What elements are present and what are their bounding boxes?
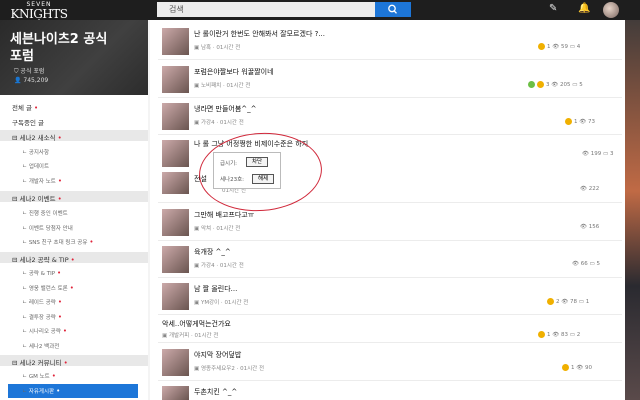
list-item[interactable]: 난 롤이란거 한번도 안해봐서 잘모르겠다 ?... ▣ 남혹 · 01시간 전… xyxy=(162,25,622,55)
post-thumbnail xyxy=(162,28,189,55)
post-title[interactable]: 남 짤 올린다... xyxy=(194,284,237,294)
post-stats: 1 👁 59 ▭ 4 xyxy=(538,43,580,50)
search-input[interactable] xyxy=(157,2,375,17)
sidebar-item-wiki[interactable]: ㄴ 세나2 백과전 xyxy=(22,342,59,350)
list-item[interactable]: 포럼은야짤보다 워꿀짤이네 ▣ 노비패치 · 01시간 전 3 👁 205 ▭ … xyxy=(162,63,622,93)
avatar[interactable] xyxy=(603,2,619,18)
sidebar-item-all[interactable]: 전체 글 • xyxy=(12,102,38,112)
official-badge: ⛉ 공식 포럼 xyxy=(14,68,45,75)
sidebar-item-sns-invite[interactable]: ㄴ SNS 친구 초대 링크 공유 • xyxy=(22,238,94,246)
sidebar-item-tips[interactable]: ㄴ 공략 & TIP • xyxy=(22,269,61,277)
post-title[interactable]: 포럼은야짤보다 워꿀짤이네 xyxy=(194,67,274,77)
background-banner xyxy=(625,20,640,400)
sidebar-group-event-label[interactable]: ⊟ 세나2 이벤트 • xyxy=(12,193,62,203)
post-title[interactable]: 야지막 장어덮밥 xyxy=(194,350,241,360)
reaction-badge xyxy=(538,43,545,50)
post-thumbnail xyxy=(162,66,189,93)
post-meta: ▣ 악쳐 · 01시간 전 xyxy=(194,226,241,232)
list-item[interactable]: 그만해 배고프다고ㅠ ▣ 악쳐 · 01시간 전 👁 156 xyxy=(162,206,622,236)
post-meta: ▣ 가강4 · 01시간 전 xyxy=(194,263,244,269)
sidebar-item-balance[interactable]: ㄴ 영웅 밸런스 토론 • xyxy=(22,284,74,292)
post-stats: 👁 222 xyxy=(580,186,600,192)
bell-icon[interactable]: 🔔 xyxy=(578,3,590,14)
post-thumbnail xyxy=(162,172,189,194)
search-icon xyxy=(388,4,397,14)
post-stats: 3 👁 205 ▭ 5 xyxy=(528,81,583,88)
post-title[interactable]: 악세..어떻게먹는건가요 xyxy=(162,319,231,329)
post-stats: 👁 156 xyxy=(580,224,600,230)
sidebar-group-guide-label[interactable]: ⊟ 세나2 공략 & TIP • xyxy=(12,254,75,264)
sidebar-item-scenario[interactable]: ㄴ 시나리오 공략 • xyxy=(22,327,67,335)
sidebar-group-community-label[interactable]: ⊟ 세나2 커뮤니티 • xyxy=(12,357,68,367)
list-item[interactable]: 남 짤 올린다... ▣ YM강이 · 01시간 전 2 👁 78 ▭ 1 xyxy=(162,280,622,310)
list-item[interactable]: 악세..어떻게먹는건가요 ▣ 개발커피 · 01시간 전 1 👁 83 ▭ 2 xyxy=(162,317,622,339)
post-stats: 1 👁 90 xyxy=(562,364,592,371)
list-item[interactable]: 육개장 ^_^ ▣ 가강4 · 01시간 전 👁 66 ▭ 5 xyxy=(162,243,622,273)
sidebar-item-update[interactable]: ㄴ 업데이트 xyxy=(22,162,49,170)
post-meta: ▣ YM강이 · 01시간 전 xyxy=(194,300,249,306)
list-item[interactable]: 야지막 장어덮밥 ▣ 영종주세요우2 · 01시간 전 1 👁 90 xyxy=(162,346,622,376)
post-stats: 1 👁 83 ▭ 2 xyxy=(538,331,580,338)
pencil-icon[interactable]: ✎ xyxy=(549,3,557,14)
post-meta: ▣ 남혹 · 01시간 전 xyxy=(194,45,241,51)
post-title[interactable]: 냉라면 만들어봄^_^ xyxy=(194,104,257,114)
post-thumbnail xyxy=(162,386,189,400)
community-header: 세븐나이츠2 공식 포럼 ⛉ 공식 포럼 👤 745,209 xyxy=(0,20,148,95)
community-title: 세븐나이츠2 공식 포럼 xyxy=(10,32,108,64)
post-meta: ▣ 영종주세요우2 · 01시간 전 xyxy=(194,366,265,372)
post-thumbnail xyxy=(162,283,189,310)
search-button[interactable] xyxy=(375,2,411,17)
sidebar-item-free-board-label[interactable]: ㄴ 자유게시판 • xyxy=(22,387,60,395)
list-item[interactable]: 냉라면 만들어봄^_^ ▣ 가강4 · 01시간 전 1 👁 73 xyxy=(162,100,622,130)
sidebar-item-dev-note[interactable]: ㄴ 개발자 노트 • xyxy=(22,177,62,185)
post-title[interactable]: 두촌치킨 ^_^ xyxy=(194,387,237,397)
sidebar-item-arena[interactable]: ㄴ 결투장 공략 • xyxy=(22,313,62,321)
sidebar-item-notice[interactable]: ㄴ 공지사항 xyxy=(22,148,49,156)
sidebar-item-event-active[interactable]: ㄴ 진행 중인 이벤트 xyxy=(22,209,68,217)
post-title[interactable]: 육개장 ^_^ xyxy=(194,247,231,257)
post-stats: 👁 199 ▭ 3 xyxy=(582,151,614,157)
post-thumbnail xyxy=(162,140,189,167)
post-meta: ▣ 개발커피 · 01시간 전 xyxy=(162,333,219,339)
post-stats: 👁 66 ▭ 5 xyxy=(572,261,600,267)
sidebar-item-raid[interactable]: ㄴ 레이드 공략 • xyxy=(22,298,62,306)
list-item[interactable]: 두촌치킨 ^_^ xyxy=(162,383,622,400)
post-stats: 1 👁 73 xyxy=(565,118,595,125)
post-thumbnail xyxy=(162,246,189,273)
post-meta: ▣ 가강4 · 01시간 전 xyxy=(194,120,244,126)
post-thumbnail xyxy=(162,209,189,236)
sidebar-item-subscribed[interactable]: 구독중인 글 xyxy=(12,117,44,127)
post-title[interactable]: 그만해 배고프다고ㅠ xyxy=(194,210,254,220)
post-stats: 2 👁 78 ▭ 1 xyxy=(547,298,589,305)
post-meta: ▣ 노비패치 · 01시간 전 xyxy=(194,83,251,89)
member-count: 👤 745,209 xyxy=(14,77,49,84)
sidebar-group-news-label[interactable]: ⊟ 세나2 새소식 • xyxy=(12,132,62,142)
sidebar-item-gm-note[interactable]: ㄴ GM 노트 • xyxy=(22,372,56,380)
sidebar-item-event-winners[interactable]: ㄴ 이벤트 당첨자 안내 xyxy=(22,224,73,232)
post-title[interactable]: 난 롤이란거 한번도 안해봐서 잘모르겠다 ?... xyxy=(194,29,325,39)
post-thumbnail xyxy=(162,103,189,130)
post-thumbnail xyxy=(162,349,189,376)
